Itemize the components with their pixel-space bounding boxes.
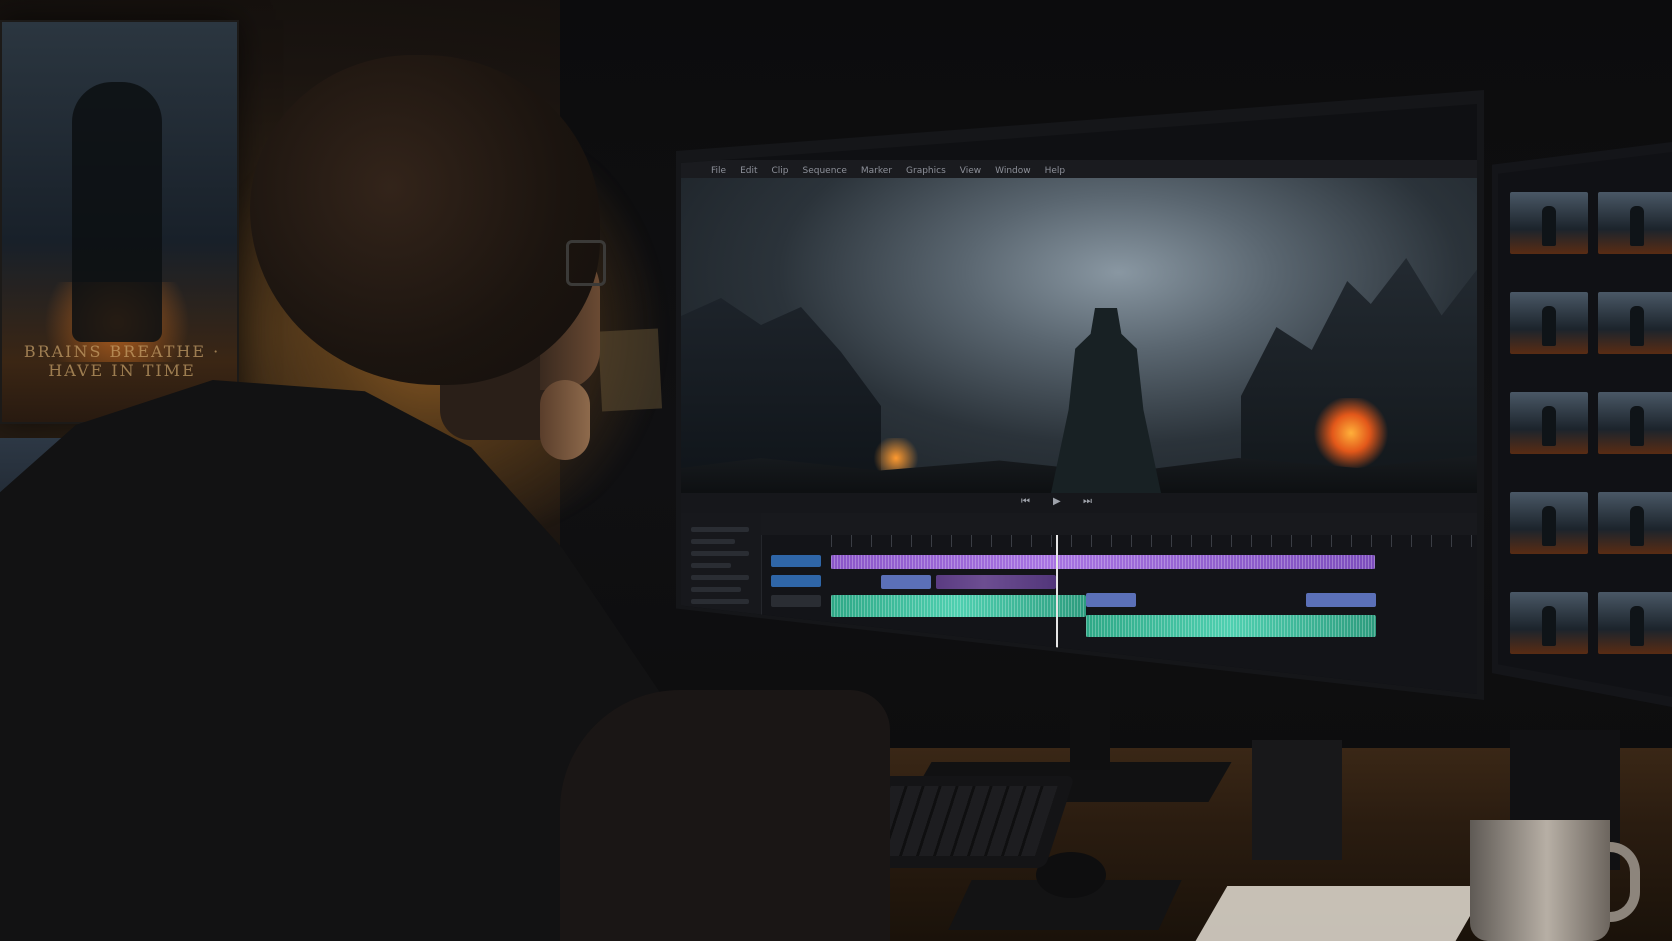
movie-poster: BRAINS BREATHE · HAVE IN TIME — [0, 20, 239, 424]
clip-thumbnail[interactable] — [1598, 492, 1672, 554]
clip-thumbnail[interactable] — [1598, 592, 1672, 654]
clip-thumbnail[interactable] — [1510, 292, 1588, 354]
video-editor-screen: File Edit Clip Sequence Marker Graphics View Wi… — [681, 104, 1477, 694]
clip-thumbnail[interactable] — [1510, 492, 1588, 554]
cloaked-figure — [1051, 308, 1161, 493]
timeline-header — [761, 513, 1477, 535]
track-control-a1[interactable] — [771, 595, 821, 607]
audio-clip-a2[interactable] — [1086, 615, 1376, 637]
step-back-icon[interactable]: ⏮ — [1021, 496, 1030, 507]
video-clip-v2b[interactable] — [936, 575, 1056, 589]
menu-item-window[interactable]: Window — [995, 166, 1031, 176]
side-monitor-screen — [1498, 152, 1672, 697]
menu-item-sequence[interactable]: Sequence — [803, 166, 847, 176]
track-control-v2[interactable] — [771, 575, 821, 587]
photo-scene: BRAINS BREATHE · HAVE IN TIME File Edit Cl… — [0, 0, 1672, 941]
video-clip-v2a[interactable] — [881, 575, 931, 589]
transport-controls: ⏮ ▶ ⏭ — [681, 493, 1477, 513]
poster-figure — [72, 82, 162, 342]
menu-item-help[interactable]: Help — [1045, 166, 1066, 176]
hand-on-chin — [540, 380, 590, 460]
handwritten-notes — [1192, 886, 1488, 941]
poster-title: BRAINS BREATHE · HAVE IN TIME — [23, 342, 221, 380]
step-forward-icon[interactable]: ⏭ — [1083, 496, 1092, 507]
clip-thumbnail[interactable] — [1598, 392, 1672, 454]
time-ruler[interactable] — [831, 535, 1477, 547]
fire-right — [1311, 398, 1391, 468]
video-clip-v1[interactable] — [831, 555, 1375, 569]
video-clip-v2d[interactable] — [1306, 593, 1376, 607]
clip-thumbnail[interactable] — [1510, 192, 1588, 254]
pen-holder — [1252, 740, 1342, 860]
clip-thumbnail[interactable] — [1598, 292, 1672, 354]
clip-thumbnail[interactable] — [1598, 192, 1672, 254]
monitor-stand — [1070, 700, 1110, 770]
glasses — [566, 240, 606, 286]
clip-thumbnail[interactable] — [1510, 392, 1588, 454]
menu-item-view[interactable]: View — [960, 166, 981, 176]
program-monitor — [681, 178, 1477, 498]
play-icon[interactable]: ▶ — [1053, 496, 1061, 507]
menu-item-edit[interactable]: Edit — [740, 166, 757, 176]
coffee-mug — [1470, 820, 1610, 941]
audio-clip-a1[interactable] — [831, 595, 1086, 617]
menu-item-marker[interactable]: Marker — [861, 166, 892, 176]
video-clip-v2c[interactable] — [1086, 593, 1136, 607]
menu-item-graphics[interactable]: Graphics — [906, 166, 946, 176]
person-arm — [560, 690, 890, 941]
menu-item-clip[interactable]: Clip — [772, 166, 789, 176]
wall-notes — [597, 328, 663, 412]
menu-item-file[interactable]: File — [711, 166, 726, 176]
ruined-building-left — [681, 298, 881, 478]
clip-thumbnail[interactable] — [1510, 592, 1588, 654]
track-control-v1[interactable] — [771, 555, 821, 567]
